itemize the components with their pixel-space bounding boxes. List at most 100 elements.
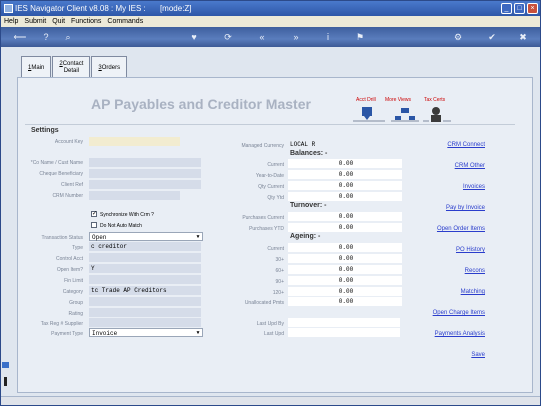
payments-analysis-link[interactable]: Payments Analysis [435, 331, 485, 337]
ageing-90-label: 90+ [275, 279, 284, 285]
side-panel-icon [2, 362, 9, 368]
type-label: Type [72, 245, 83, 251]
ageing-current-value: 0.00 [288, 243, 402, 252]
menu-functions[interactable]: Functions [71, 16, 101, 27]
menu-quit[interactable]: Quit [52, 16, 65, 27]
open-order-items-link[interactable]: Open Order Items [437, 226, 485, 232]
name-input[interactable] [89, 158, 201, 167]
po-history-link[interactable]: PO History [456, 247, 485, 253]
ok-icon[interactable]: ✔ [485, 30, 499, 44]
crm-other-link[interactable]: CRM Other [455, 163, 485, 169]
payment-type-value: Invoice [92, 330, 118, 337]
settings-icon[interactable]: ⚙ [451, 30, 465, 44]
last-upd-value [288, 328, 400, 337]
last-upd-by-label: Last Upd By [256, 321, 284, 327]
matching-link[interactable]: Matching [461, 289, 485, 295]
crm-connect-link[interactable]: CRM Connect [447, 142, 485, 148]
cancel-icon[interactable]: ✖ [516, 30, 530, 44]
managed-currency-label: Managed Currency [241, 143, 284, 149]
recons-link[interactable]: Recons [465, 268, 485, 274]
balance-ytd-label: Year-to-Date [255, 173, 284, 179]
control-acct-input[interactable] [89, 253, 201, 262]
purchases-current-value: 0.00 [288, 212, 402, 221]
tab-orders[interactable]: 3Orders [91, 56, 128, 78]
tab-contact-label2: Detail [63, 68, 80, 74]
exit-icon[interactable]: ⟵ [9, 30, 31, 44]
group-input[interactable] [89, 297, 201, 306]
ageing-current-label: Current [267, 246, 284, 252]
help-icon[interactable]: ? [39, 30, 53, 44]
ageing-90-value: 0.00 [288, 276, 402, 285]
back-icon[interactable]: « [255, 30, 269, 44]
rating-input[interactable] [89, 308, 201, 317]
account-key-label: Account Key [54, 139, 83, 145]
account-key-input[interactable] [89, 137, 180, 146]
payment-type-select[interactable]: Invoice ▼ [89, 328, 203, 337]
app-window: IES Navigator Client v8.08 : My IES : [m… [0, 0, 541, 406]
save-link[interactable]: Save [471, 352, 485, 358]
menu-help[interactable]: Help [4, 16, 18, 27]
toolbar: ⟵ ? ⌕ ♥ ⟳ « » ⅰ ⚑ ⚙ ✔ ✖ [1, 27, 540, 47]
minimize-icon[interactable]: _ [501, 3, 512, 14]
close-icon[interactable]: × [527, 3, 538, 14]
invoices-link[interactable]: Invoices [463, 184, 485, 190]
crm-number-label: CRM Number [52, 193, 83, 199]
category-input[interactable]: tc Trade AP Creditors [89, 286, 201, 295]
balance-qty-current-value: 0.00 [288, 181, 402, 190]
menu-commands[interactable]: Commands [107, 16, 143, 27]
fin-limit-input[interactable] [89, 275, 201, 284]
purchases-current-label: Purchases Current [242, 215, 284, 221]
tab-contact-detail[interactable]: 2Contact Detail [52, 56, 91, 78]
window-mode: [mode:Z] [159, 4, 192, 13]
open-charge-items-link[interactable]: Open Charge Items [433, 310, 485, 316]
ageing-120-value: 0.00 [288, 287, 402, 296]
page-title: AP Payables and Creditor Master [91, 96, 311, 112]
refresh-icon[interactable]: ⟳ [221, 30, 235, 44]
no-auto-match-checkbox[interactable] [91, 222, 97, 228]
pay-by-invoice-link[interactable]: Pay by Invoice [446, 205, 485, 211]
unallocated-pmts-value: 0.00 [288, 297, 402, 306]
purchases-ytd-value: 0.00 [288, 223, 402, 232]
tab-main[interactable]: 1Main [21, 56, 52, 78]
menu-submit[interactable]: Submit [24, 16, 46, 27]
transaction-status-select[interactable]: Open ▼ [89, 232, 203, 241]
balance-current-label: Current [267, 162, 284, 168]
name-label: *Co Name / Cust Name [30, 160, 83, 166]
fin-limit-label: Fin Limit [64, 278, 83, 284]
client-ref-input[interactable] [89, 180, 201, 189]
flag-icon[interactable]: ⚑ [353, 30, 367, 44]
transaction-status-label: Transaction Status [41, 235, 83, 241]
app-icon [4, 4, 13, 13]
cheque-beneficiary-label: Cheque Beneficiary [39, 171, 83, 177]
more-views-icon [401, 108, 409, 113]
last-upd-label: Last Upd [263, 331, 284, 337]
sync-crm-checkbox[interactable]: ✓ [91, 211, 97, 217]
ageing-30-label: 30+ [275, 257, 284, 263]
cheque-beneficiary-input[interactable] [89, 169, 201, 178]
tab-main-label: Main [31, 65, 45, 71]
menu-bar: Help Submit Quit Functions Commands [1, 16, 540, 27]
ageing-30-value: 0.00 [288, 254, 402, 263]
type-input[interactable]: c creditor [89, 242, 201, 251]
balances-heading: Balances: - [290, 150, 328, 157]
crm-number-input[interactable] [89, 191, 180, 200]
top-actions-icons [353, 107, 451, 122]
tax-certs-label: Tax Certs [424, 97, 446, 103]
tab-contact-label: Contact [62, 61, 84, 67]
more-views-label: More Views [385, 97, 412, 103]
info-icon[interactable]: ⅰ [321, 30, 335, 44]
transaction-status-value: Open [92, 234, 107, 241]
maximize-icon[interactable]: □ [514, 3, 525, 14]
chevron-down-icon: ▼ [196, 330, 200, 336]
favourite-icon[interactable]: ♥ [187, 30, 201, 44]
ageing-heading: Ageing: - [290, 233, 321, 240]
tax-certs-icon [432, 107, 440, 115]
forward-icon[interactable]: » [289, 30, 303, 44]
rating-label: Rating [68, 311, 83, 317]
search-icon[interactable]: ⌕ [61, 30, 75, 44]
open-item-label: Open Item? [56, 267, 83, 273]
tax-reg-input[interactable] [89, 318, 201, 327]
chevron-down-icon: ▼ [196, 234, 200, 240]
open-item-input[interactable]: Y [89, 264, 201, 273]
balance-current-value: 0.00 [288, 159, 402, 168]
